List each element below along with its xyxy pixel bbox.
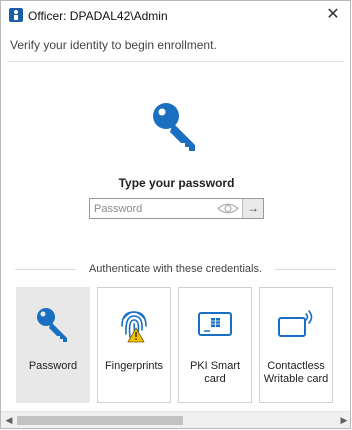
scroll-right-button[interactable]: ▶ [336, 412, 350, 428]
close-button[interactable]: ✕ [322, 4, 344, 26]
credential-card-pki-smart-card[interactable]: PKI Smart card [178, 287, 252, 403]
submit-password-button[interactable]: → [242, 199, 263, 218]
credential-card-label: PKI Smart card [189, 360, 241, 385]
scroll-left-button[interactable]: ◀ [1, 412, 17, 428]
credential-card-contactless[interactable]: Contactless Writable card [259, 287, 333, 403]
credential-card-list: Password Fingerprints PKI Smart card Con… [16, 287, 350, 403]
officer-badge-icon [9, 8, 23, 22]
credential-card-fingerprints[interactable]: Fingerprints [97, 287, 171, 403]
credential-card-label: Contactless Writable card [263, 360, 329, 385]
page-subtitle: Verify your identity to begin enrollment… [10, 38, 217, 52]
contactless-card-icon [278, 310, 313, 337]
password-input[interactable] [94, 201, 212, 216]
window-title: Officer: DPADAL42\Admin [28, 9, 168, 23]
password-prompt: Type your password [118, 176, 235, 190]
scrollbar-thumb[interactable] [17, 416, 183, 425]
credential-card-label: Password [28, 360, 78, 372]
show-password-icon[interactable] [217, 202, 239, 215]
smart-card-icon [198, 312, 232, 336]
key-icon [37, 308, 67, 342]
credentials-heading: Authenticate with these credentials. [15, 263, 336, 277]
credential-card-password[interactable]: Password [16, 287, 90, 403]
key-icon [153, 103, 195, 151]
horizontal-scrollbar[interactable]: ◀ ▶ [1, 411, 350, 428]
title-bar: Officer: DPADAL42\Admin ✕ [1, 1, 350, 31]
fingerprint-icon [121, 311, 147, 343]
password-field: → [89, 198, 264, 219]
enrollment-window: Officer: DPADAL42\Admin ✕ Verify your id… [0, 0, 351, 429]
credentials-heading-text: Authenticate with these credentials. [83, 263, 268, 275]
credential-card-label: Fingerprints [104, 360, 164, 372]
header-divider [7, 61, 344, 62]
